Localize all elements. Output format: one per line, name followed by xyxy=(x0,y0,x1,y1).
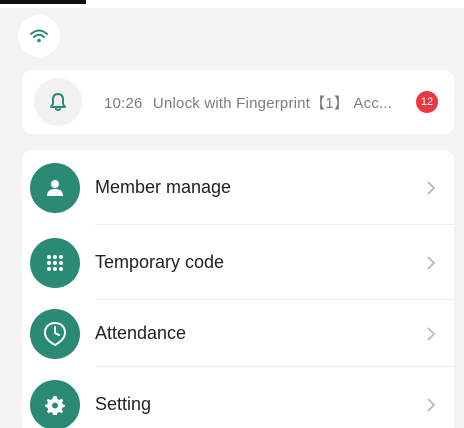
gear-icon xyxy=(45,395,65,415)
chevron-right-icon xyxy=(427,255,436,270)
menu-icon-circle xyxy=(30,308,80,359)
notification-text: 10:26 Unlock with Fingerprint【1】 Acc... xyxy=(104,92,404,113)
top-strip xyxy=(0,0,464,8)
menu-list: Member manage Temporary code Attendance … xyxy=(22,150,454,428)
menu-label-setting: Setting xyxy=(95,394,152,414)
chevron-right-icon xyxy=(427,326,436,341)
menu-label-temporary-code: Temporary code xyxy=(95,252,225,272)
wifi-icon xyxy=(30,29,48,43)
menu-item-temporary-code[interactable]: Temporary code xyxy=(22,225,454,300)
wifi-status-badge[interactable] xyxy=(18,15,60,57)
person-icon xyxy=(47,179,63,196)
menu-label-attendance: Attendance xyxy=(95,323,187,343)
unread-count-badge: 12 xyxy=(416,91,438,113)
chevron-right-icon xyxy=(427,397,436,412)
keypad-icon xyxy=(47,254,63,271)
menu-icon-circle xyxy=(30,237,80,288)
notification-card[interactable]: 10:26 Unlock with Fingerprint【1】 Acc... … xyxy=(22,70,454,134)
top-strip-edge xyxy=(0,0,86,4)
chevron-right-icon xyxy=(427,180,436,195)
menu-item-member-manage[interactable]: Member manage xyxy=(22,150,454,225)
notification-time: 10:26 xyxy=(104,94,143,112)
menu-label-member-manage: Member manage xyxy=(95,177,232,197)
menu-item-setting[interactable]: Setting xyxy=(22,367,454,428)
menu-icon-circle xyxy=(30,379,80,428)
bell-icon-circle xyxy=(34,78,82,126)
menu-icon-circle xyxy=(30,162,80,213)
bell-icon xyxy=(50,93,66,111)
menu-item-attendance[interactable]: Attendance xyxy=(22,300,454,367)
clock-icon xyxy=(43,321,67,346)
notification-message: Unlock with Fingerprint【1】 Acc... xyxy=(152,94,393,112)
